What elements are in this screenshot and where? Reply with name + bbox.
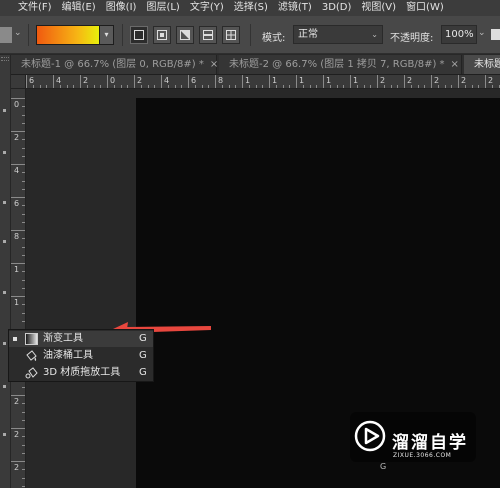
flyout-item-paint-bucket[interactable]: 油漆桶工具 G — [9, 348, 153, 364]
flyout-item-shortcut: G — [139, 367, 147, 378]
watermark-brand: 溜溜自学 — [392, 433, 468, 453]
flyout-item-shortcut: G — [139, 350, 147, 361]
flyout-item-shortcut: G — [139, 333, 147, 344]
paint-bucket-icon — [26, 350, 37, 361]
gradient-tool-icon — [25, 333, 38, 345]
flyout-item-label: 油漆桶工具 — [43, 350, 93, 361]
flyout-item-3d-material-drop[interactable]: 3D 材质拖放工具 G — [9, 365, 153, 381]
gradient-tool-flyout: 渐变工具 G 油漆桶工具 G 3D 材质拖放工具 G — [8, 329, 154, 382]
flyout-item-label: 3D 材质拖放工具 — [43, 367, 121, 378]
3d-material-drop-icon — [25, 367, 38, 379]
play-logo-icon — [354, 420, 386, 452]
flyout-item-gradient-tool[interactable]: 渐变工具 G — [9, 331, 153, 347]
watermark-trailing-letter: G — [380, 462, 387, 471]
flyout-item-label: 渐变工具 — [43, 333, 83, 344]
watermark-url: ZIXUE.3066.COM — [393, 452, 452, 459]
selected-bullet-icon — [13, 337, 17, 341]
